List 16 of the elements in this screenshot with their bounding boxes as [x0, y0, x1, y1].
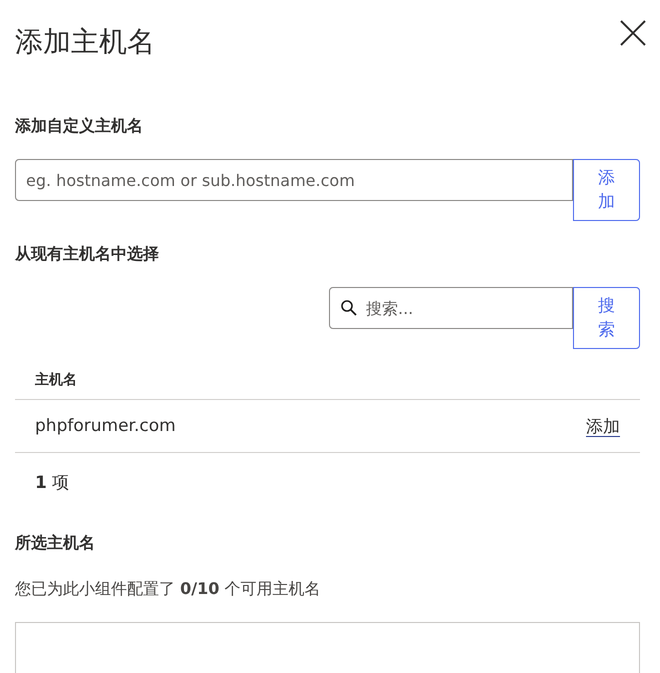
add-button[interactable]: 添加 — [573, 159, 640, 221]
close-button[interactable] — [620, 20, 646, 46]
hostname-field[interactable]: eg. hostname.com or sub.hostname.com — [15, 159, 573, 201]
search-icon — [341, 300, 357, 316]
add-link[interactable]: 添加 — [586, 414, 620, 438]
table-cell: phpforumer.com — [35, 416, 176, 436]
column-header: 主机名 — [15, 361, 640, 400]
item-count: 1 项 — [34, 472, 70, 494]
section-heading: 所选主机名 — [15, 532, 96, 554]
dialog-title: 添加主机名 — [15, 24, 155, 60]
search-field[interactable]: 搜索... — [329, 287, 573, 329]
section-heading: 添加自定义主机名 — [15, 115, 144, 137]
search-button[interactable]: 搜索 — [573, 287, 640, 349]
close-icon — [620, 20, 646, 46]
summary-text: 您已为此小组件配置了 0/10 个可用主机名 — [15, 579, 322, 600]
section-heading: 从现有主机名中选择 — [15, 243, 160, 265]
